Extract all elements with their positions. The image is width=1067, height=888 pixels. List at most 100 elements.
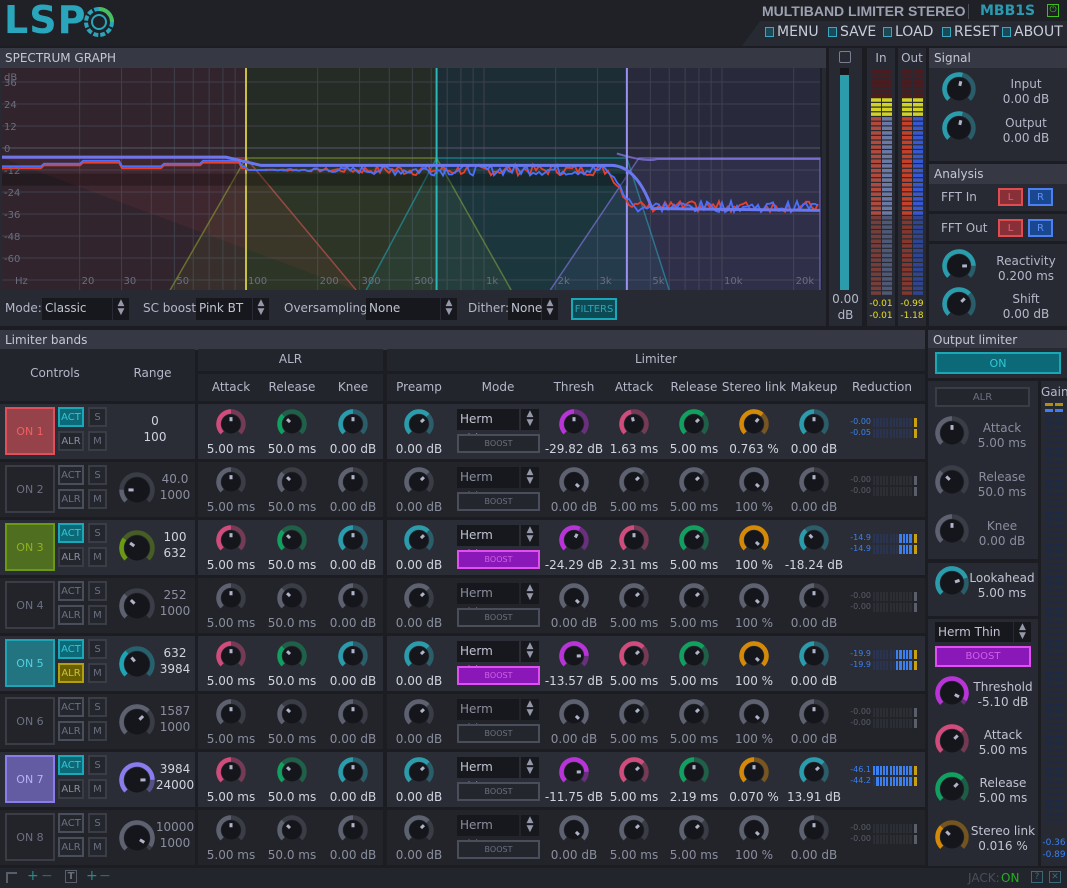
band-2-range-knob[interactable]: [119, 472, 155, 508]
window-size-icon[interactable]: [6, 872, 17, 883]
band-6-release-knob[interactable]: [679, 699, 709, 729]
band-3-act-button[interactable]: ACT: [58, 523, 84, 543]
input-gain-knob[interactable]: [942, 72, 976, 106]
band-5-thresh-knob[interactable]: [559, 641, 589, 671]
band-8-boost-button[interactable]: BOOST: [457, 840, 540, 859]
resize-icon[interactable]: ✕: [1049, 871, 1061, 883]
band-1-mode-select[interactable]: Herm Thin: [457, 409, 519, 446]
band-8-range-knob[interactable]: [119, 820, 155, 856]
band-5-alr-release-knob[interactable]: [277, 641, 307, 671]
select-arrows-icon[interactable]: ▲ ▼: [521, 641, 539, 662]
band-1-attack-knob[interactable]: [619, 409, 649, 439]
band-7-preamp-knob[interactable]: [404, 757, 434, 787]
band-2-act-button[interactable]: ACT: [58, 465, 84, 485]
power-icon[interactable]: ⏻: [1047, 4, 1059, 17]
band-8-thresh-knob[interactable]: [559, 815, 589, 845]
band-2-thresh-knob[interactable]: [559, 467, 589, 497]
band-4-mute-button[interactable]: M: [88, 605, 107, 625]
band-1-preamp-knob[interactable]: [404, 409, 434, 439]
size-plus-icon[interactable]: +: [27, 868, 39, 884]
band-6-stereo-link-knob[interactable]: [739, 699, 769, 729]
select-arrows-icon[interactable]: ▲ ▼: [1014, 622, 1031, 642]
select-arrows-icon[interactable]: ▲ ▼: [253, 298, 269, 320]
output-limiter-attack-knob[interactable]: [935, 724, 969, 758]
band-1-mute-button[interactable]: M: [88, 431, 107, 451]
band-4-makeup-knob[interactable]: [799, 583, 829, 613]
select-arrows-icon[interactable]: ▲ ▼: [113, 298, 129, 320]
band-1-alr-release-knob[interactable]: [277, 409, 307, 439]
band-7-alr-knee-knob[interactable]: [338, 757, 368, 787]
band-3-stereo-link-knob[interactable]: [739, 525, 769, 555]
band-6-alr-release-knob[interactable]: [277, 699, 307, 729]
band-2-alr-attack-knob[interactable]: [216, 467, 246, 497]
band-4-alr-release-knob[interactable]: [277, 583, 307, 613]
output-attack-knob[interactable]: [935, 416, 969, 450]
fft-in-left-button[interactable]: L: [998, 188, 1023, 206]
band-5-mode-select[interactable]: Herm Thin: [457, 641, 519, 678]
band-7-makeup-knob[interactable]: [799, 757, 829, 787]
dither-select[interactable]: None: [508, 298, 542, 320]
band-8-alr-attack-knob[interactable]: [216, 815, 246, 845]
about-button[interactable]: ABOUT: [1002, 24, 1063, 40]
band-7-attack-knob[interactable]: [619, 757, 649, 787]
select-arrows-icon[interactable]: ▲ ▼: [521, 583, 539, 604]
mode-select[interactable]: Classic: [42, 298, 112, 320]
band-6-preamp-knob[interactable]: [404, 699, 434, 729]
help-icon[interactable]: ?: [1031, 871, 1043, 883]
band-3-preamp-knob[interactable]: [404, 525, 434, 555]
select-arrows-icon[interactable]: ▲ ▼: [521, 699, 539, 720]
output-limiter-release-knob[interactable]: [935, 772, 969, 806]
band-4-act-button[interactable]: ACT: [58, 581, 84, 601]
band-6-alr-button[interactable]: ALR: [58, 721, 84, 741]
band-5-release-knob[interactable]: [679, 641, 709, 671]
band-6-mute-button[interactable]: M: [88, 721, 107, 741]
font-minus-icon[interactable]: −: [99, 868, 111, 884]
band-5-solo-button[interactable]: S: [88, 639, 107, 659]
band-7-stereo-link-knob[interactable]: [739, 757, 769, 787]
band-4-stereo-link-knob[interactable]: [739, 583, 769, 613]
band-5-mute-button[interactable]: M: [88, 663, 107, 683]
fft-out-right-button[interactable]: R: [1028, 219, 1053, 237]
band-1-alr-button[interactable]: ALR: [58, 431, 84, 451]
band-1-act-button[interactable]: ACT: [58, 407, 84, 427]
band-3-mode-select[interactable]: Herm Thin: [457, 525, 519, 562]
output-boost-button[interactable]: BOOST: [935, 646, 1031, 667]
band-7-thresh-knob[interactable]: [559, 757, 589, 787]
band-4-alr-attack-knob[interactable]: [216, 583, 246, 613]
font-size-icon[interactable]: T: [65, 870, 77, 883]
band-7-range-knob[interactable]: [119, 762, 155, 798]
band-4-range-knob[interactable]: [119, 588, 155, 624]
band-6-makeup-knob[interactable]: [799, 699, 829, 729]
band-7-mute-button[interactable]: M: [88, 779, 107, 799]
output-limiter-stereo-link-knob[interactable]: [935, 820, 969, 854]
band-4-attack-knob[interactable]: [619, 583, 649, 613]
select-arrows-icon[interactable]: ▲ ▼: [521, 815, 539, 836]
output-mode-select[interactable]: Herm Thin: [935, 622, 1013, 642]
band-2-release-knob[interactable]: [679, 467, 709, 497]
band-1-alr-attack-knob[interactable]: [216, 409, 246, 439]
band-5-alr-attack-knob[interactable]: [216, 641, 246, 671]
band-6-boost-button[interactable]: BOOST: [457, 724, 540, 743]
band-4-preamp-knob[interactable]: [404, 583, 434, 613]
band-5-attack-knob[interactable]: [619, 641, 649, 671]
size-minus-icon[interactable]: −: [41, 868, 53, 884]
band-8-makeup-knob[interactable]: [799, 815, 829, 845]
band-7-act-button[interactable]: ACT: [58, 755, 84, 775]
band-2-boost-button[interactable]: BOOST: [457, 492, 540, 511]
band-3-attack-knob[interactable]: [619, 525, 649, 555]
band-4-thresh-knob[interactable]: [559, 583, 589, 613]
band-3-solo-button[interactable]: S: [88, 523, 107, 543]
save-button[interactable]: SAVE: [828, 24, 876, 40]
band-2-alr-release-knob[interactable]: [277, 467, 307, 497]
band-2-solo-button[interactable]: S: [88, 465, 107, 485]
spectrum-graph[interactable]: dB3624120-12-24-36-48-60Hz 20 30 50 100 200 30…: [2, 68, 822, 290]
shift-knob[interactable]: [942, 287, 976, 321]
band-4-boost-button[interactable]: BOOST: [457, 608, 540, 627]
select-arrows-icon[interactable]: ▲ ▼: [521, 467, 539, 488]
band-1-on-button[interactable]: ON 1: [5, 407, 55, 455]
band-5-range-knob[interactable]: [119, 646, 155, 682]
band-1-makeup-knob[interactable]: [799, 409, 829, 439]
reactivity-knob[interactable]: [942, 249, 976, 283]
band-6-attack-knob[interactable]: [619, 699, 649, 729]
band-1-thresh-knob[interactable]: [559, 409, 589, 439]
